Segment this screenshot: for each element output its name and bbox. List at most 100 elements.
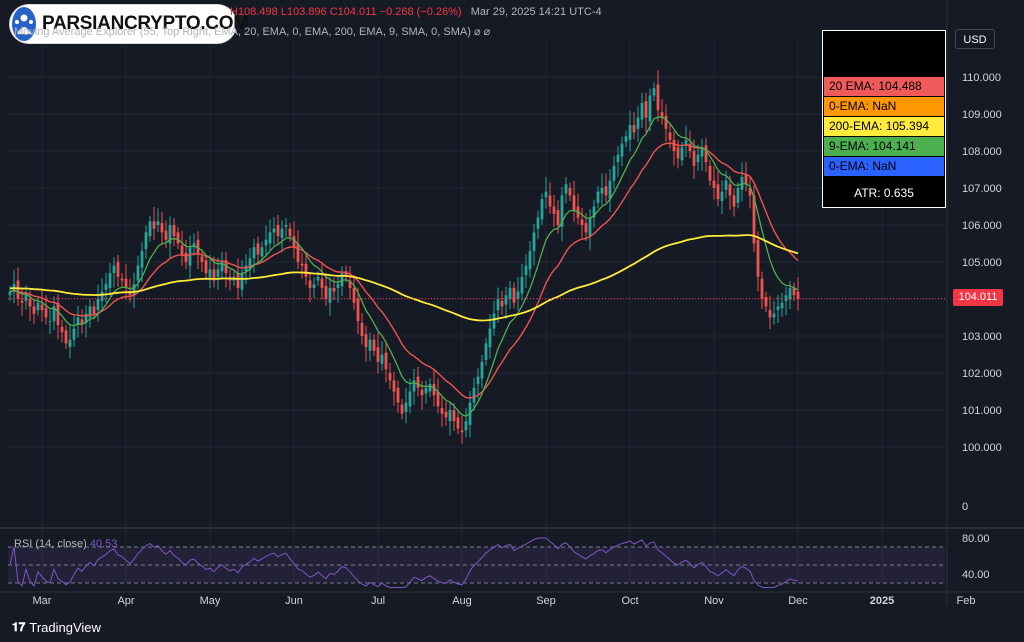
currency-button[interactable]: USD: [955, 29, 995, 49]
rsi-tick-label: 80.00: [962, 533, 990, 545]
candle-body: [300, 263, 304, 266]
candle-body: [272, 228, 276, 233]
candle-body: [532, 232, 536, 251]
candle-body: [108, 273, 112, 288]
candle-body: [112, 265, 116, 274]
candle-body: [464, 421, 468, 431]
candle-body: [444, 411, 448, 418]
candle-body: [200, 256, 204, 262]
candle-body: [352, 287, 356, 303]
candle-body: [520, 276, 524, 294]
candle-body: [176, 232, 180, 244]
candle-body: [448, 410, 452, 422]
candle-body: [500, 300, 504, 307]
last-price-tag: 104.011: [953, 289, 1003, 306]
candle-body: [268, 232, 272, 244]
candle-body: [184, 252, 188, 262]
candle-body: [780, 302, 784, 309]
candle-body: [288, 228, 292, 237]
candle-body: [624, 136, 628, 142]
candle-body: [600, 188, 604, 194]
candle-body: [428, 384, 432, 392]
candle-body: [784, 295, 788, 301]
candle-body: [672, 139, 676, 151]
candle-body: [680, 147, 684, 161]
candle-body: [364, 334, 368, 348]
candle-body: [416, 376, 420, 388]
candle-body: [496, 299, 500, 311]
candle-body: [324, 286, 328, 299]
candle-body: [164, 230, 168, 240]
candle-body: [568, 188, 572, 196]
candle-body: [396, 387, 400, 403]
rsi-tick-label: 40.00: [962, 569, 990, 581]
candle-body: [372, 339, 376, 351]
candle-body: [656, 84, 660, 111]
candle-body: [732, 195, 736, 207]
x-tick-label: Jul: [371, 595, 385, 607]
header-timestamp: Mar 29, 2025 14:21 UTC-4: [470, 6, 602, 18]
x-tick-label: 2025: [870, 595, 894, 607]
candle-body: [36, 302, 40, 311]
header-ohlc: H108.498 L103.896 C104.011 −0.268 (−0.26…: [230, 6, 462, 18]
candle-body: [640, 102, 644, 120]
rsi-label[interactable]: RSI (14, close) 40.53: [14, 538, 117, 550]
candle-body: [360, 323, 364, 336]
candle-body: [204, 260, 208, 274]
candle-body: [744, 175, 748, 185]
candle-body: [216, 269, 220, 277]
candle-body: [652, 88, 656, 96]
legend-ema20: 20 EMA: 104.488: [824, 77, 944, 96]
candle-body: [644, 101, 648, 118]
candle-body: [768, 310, 772, 318]
candle-body: [720, 191, 724, 201]
candle-body: [104, 284, 108, 290]
legend-ema0-b: 0-EMA: NaN: [824, 157, 944, 176]
candle-body: [68, 339, 72, 348]
candle-body: [616, 154, 620, 163]
y-tick-label: 103.000: [962, 331, 1002, 343]
candle-body: [516, 291, 520, 299]
x-tick-label: Oct: [621, 595, 638, 607]
candle-body: [528, 250, 532, 270]
candle-body: [536, 217, 540, 229]
candle-body: [456, 417, 460, 429]
legend-ema200: 200-EMA: 105.394: [824, 117, 944, 136]
candle-body: [724, 180, 728, 190]
candle-body: [56, 302, 60, 325]
candle-body: [296, 243, 300, 262]
y-tick-label: 109.000: [962, 109, 1002, 121]
candle-body: [116, 262, 120, 277]
candle-body: [772, 313, 776, 318]
candle-body: [788, 287, 792, 299]
candle-body: [508, 287, 512, 299]
legend-ema9: 9-EMA: 104.141: [824, 137, 944, 156]
y-tick-label: 105.000: [962, 257, 1002, 269]
indicator-title[interactable]: Moving Average Explorer (55, Top Right, …: [14, 25, 490, 38]
chart-pane-bg: [0, 0, 945, 592]
x-tick-label: Jun: [285, 595, 303, 607]
tradingview-footer[interactable]: 𝟏𝟕 TradingView: [12, 620, 101, 635]
candle-body: [472, 387, 476, 403]
candle-body: [728, 184, 732, 196]
candle-body: [400, 404, 404, 414]
x-tick-label: Apr: [117, 595, 134, 607]
y-tick-label: 106.000: [962, 220, 1002, 232]
header-info: H108.498 L103.896 C104.011 −0.268 (−0.26…: [230, 6, 602, 18]
candle-body: [8, 291, 12, 296]
candle-body: [548, 195, 552, 207]
candle-body: [540, 199, 544, 220]
candle-body: [316, 276, 320, 281]
candle-body: [260, 247, 264, 257]
candle-body: [440, 408, 444, 414]
candle-body: [276, 225, 280, 237]
candle-body: [596, 191, 600, 203]
candle-body: [332, 287, 336, 292]
candle-body: [524, 265, 528, 275]
candle-body: [172, 225, 176, 237]
candle-body: [412, 380, 416, 392]
candle-body: [44, 308, 48, 318]
candle-body: [160, 223, 164, 233]
candle-body: [620, 143, 624, 157]
candle-body: [148, 221, 152, 237]
